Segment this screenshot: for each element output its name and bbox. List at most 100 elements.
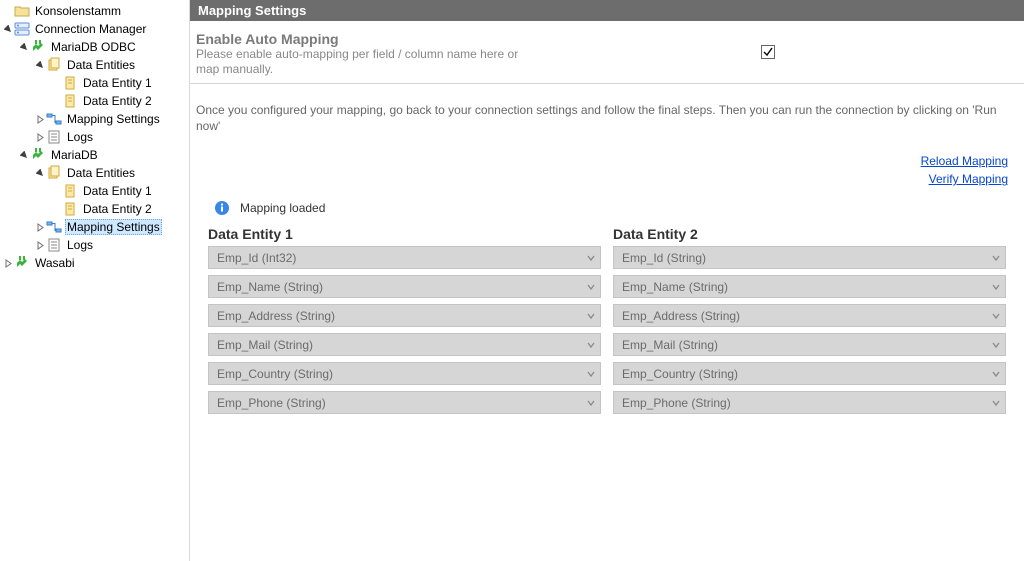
tree-item[interactable]: Data Entities bbox=[0, 56, 189, 74]
field-select-right[interactable]: Emp_Id (String) bbox=[613, 246, 1006, 269]
tree-item-label: Konsolenstamm bbox=[33, 4, 123, 18]
check-icon bbox=[762, 46, 774, 58]
tree-item[interactable]: Data Entities bbox=[0, 164, 189, 182]
tree-item[interactable]: Logs bbox=[0, 128, 189, 146]
field-select-value: Emp_Id (Int32) bbox=[217, 251, 296, 265]
chevron-down-icon bbox=[586, 311, 596, 321]
reload-mapping-link[interactable]: Reload Mapping bbox=[196, 154, 1008, 168]
tree-expander-icon[interactable] bbox=[18, 41, 30, 53]
tree-item-label: Mapping Settings bbox=[65, 219, 162, 235]
logs-icon bbox=[46, 237, 62, 253]
field-select-value: Emp_Phone (String) bbox=[622, 396, 731, 410]
mapping-column-right: Data Entity 2 Emp_Id (String)Emp_Name (S… bbox=[613, 222, 1006, 420]
enable-auto-checkbox[interactable] bbox=[761, 45, 775, 59]
chevron-down-icon bbox=[991, 282, 1001, 292]
tree-expander-icon[interactable] bbox=[34, 131, 46, 143]
left-col-heading: Data Entity 1 bbox=[208, 226, 601, 242]
tree-expander-icon[interactable] bbox=[34, 113, 46, 125]
field-select-left[interactable]: Emp_Country (String) bbox=[208, 362, 601, 385]
mapping-icon bbox=[46, 111, 62, 127]
field-select-value: Emp_Country (String) bbox=[622, 367, 738, 381]
chevron-down-icon bbox=[991, 398, 1001, 408]
entity-icon bbox=[62, 75, 78, 91]
mapping-column-left: Data Entity 1 Emp_Id (Int32) Emp_Name (St… bbox=[208, 222, 601, 420]
plug-green-icon bbox=[30, 147, 46, 163]
mapping-icon bbox=[46, 219, 62, 235]
field-select-left[interactable]: Emp_Mail (String) bbox=[208, 333, 601, 356]
field-select-value: Emp_Phone (String) bbox=[217, 396, 326, 410]
field-select-value: Emp_Name (String) bbox=[217, 280, 323, 294]
tree-item-label: Wasabi bbox=[33, 256, 77, 270]
tree-item-label: Data Entities bbox=[65, 58, 137, 72]
tree-expander-icon[interactable] bbox=[18, 149, 30, 161]
verify-mapping-link[interactable]: Verify Mapping bbox=[196, 172, 1008, 186]
chevron-down-icon bbox=[991, 340, 1001, 350]
chevron-down-icon bbox=[586, 398, 596, 408]
entity-icon bbox=[62, 201, 78, 217]
tree-item[interactable]: Data Entity 2 bbox=[0, 92, 189, 110]
field-select-right[interactable]: Emp_Mail (String) bbox=[613, 333, 1006, 356]
tree-item-label: Connection Manager bbox=[33, 22, 148, 36]
tree-item[interactable]: Data Entity 1 bbox=[0, 74, 189, 92]
entity-icon bbox=[62, 183, 78, 199]
instruction-text: Once you configured your mapping, go bac… bbox=[190, 84, 1024, 138]
chevron-down-icon bbox=[586, 340, 596, 350]
enable-auto-mapping-row: Enable Auto Mapping Please enable auto-m… bbox=[190, 21, 1024, 84]
tree-item[interactable]: Data Entity 1 bbox=[0, 182, 189, 200]
chevron-down-icon bbox=[991, 311, 1001, 321]
plug-green-icon bbox=[30, 39, 46, 55]
plug-green-icon bbox=[14, 255, 30, 271]
tree-item[interactable]: MariaDB ODBC bbox=[0, 38, 189, 56]
enable-auto-title: Enable Auto Mapping bbox=[196, 31, 526, 47]
chevron-down-icon bbox=[586, 253, 596, 263]
chevron-down-icon bbox=[586, 282, 596, 292]
field-select-value: Emp_Id (String) bbox=[622, 251, 706, 265]
field-select-right[interactable]: Emp_Phone (String) bbox=[613, 391, 1006, 414]
field-select-value: Emp_Mail (String) bbox=[217, 338, 313, 352]
tree-item-label: Data Entity 1 bbox=[81, 184, 154, 198]
panel-title: Mapping Settings bbox=[190, 0, 1024, 21]
chevron-down-icon bbox=[991, 369, 1001, 379]
tree-item-label: Data Entity 2 bbox=[81, 202, 154, 216]
main-panel: Mapping Settings Enable Auto Mapping Ple… bbox=[190, 0, 1024, 561]
tree-item[interactable]: MariaDB bbox=[0, 146, 189, 164]
tree-expander-icon[interactable] bbox=[34, 239, 46, 251]
tree-sidebar: Konsolenstamm Connection Manager MariaDB O… bbox=[0, 0, 190, 561]
tree-item-label: Data Entity 2 bbox=[81, 94, 154, 108]
tree-item-label: Logs bbox=[65, 130, 95, 144]
tree-item[interactable]: Connection Manager bbox=[0, 20, 189, 38]
logs-icon bbox=[46, 129, 62, 145]
field-select-value: Emp_Mail (String) bbox=[622, 338, 718, 352]
tree-item[interactable]: Data Entity 2 bbox=[0, 200, 189, 218]
field-select-right[interactable]: Emp_Address (String) bbox=[613, 304, 1006, 327]
field-select-value: Emp_Address (String) bbox=[622, 309, 740, 323]
chevron-down-icon bbox=[586, 369, 596, 379]
tree-item-label: Mapping Settings bbox=[65, 112, 162, 126]
field-select-right[interactable]: Emp_Name (String) bbox=[613, 275, 1006, 298]
field-select-right[interactable]: Emp_Country (String) bbox=[613, 362, 1006, 385]
tree-item[interactable]: Mapping Settings bbox=[0, 218, 189, 236]
tree-item-label: Logs bbox=[65, 238, 95, 252]
tree-expander-icon[interactable] bbox=[34, 59, 46, 71]
field-select-left[interactable]: Emp_Phone (String) bbox=[208, 391, 601, 414]
tree-item[interactable]: Mapping Settings bbox=[0, 110, 189, 128]
tree-item[interactable]: Wasabi bbox=[0, 254, 189, 272]
field-select-left[interactable]: Emp_Address (String) bbox=[208, 304, 601, 327]
status-text: Mapping loaded bbox=[240, 201, 325, 215]
tree-item[interactable]: Konsolenstamm bbox=[0, 2, 189, 20]
field-select-left[interactable]: Emp_Name (String) bbox=[208, 275, 601, 298]
field-select-left[interactable]: Emp_Id (Int32) bbox=[208, 246, 601, 269]
tree-expander-icon[interactable] bbox=[34, 221, 46, 233]
tree-expander-icon[interactable] bbox=[2, 257, 14, 269]
tree-expander-icon[interactable] bbox=[34, 167, 46, 179]
tree-item-label: MariaDB ODBC bbox=[49, 40, 138, 54]
tree-item-label: Data Entities bbox=[65, 166, 137, 180]
conn-mgr-icon bbox=[14, 21, 30, 37]
info-icon bbox=[214, 200, 230, 216]
field-select-value: Emp_Address (String) bbox=[217, 309, 335, 323]
entities-icon bbox=[46, 165, 62, 181]
tree-item-label: MariaDB bbox=[49, 148, 100, 162]
tree-item[interactable]: Logs bbox=[0, 236, 189, 254]
status-row: Mapping loaded bbox=[190, 194, 1024, 222]
tree-expander-icon[interactable] bbox=[2, 23, 14, 35]
